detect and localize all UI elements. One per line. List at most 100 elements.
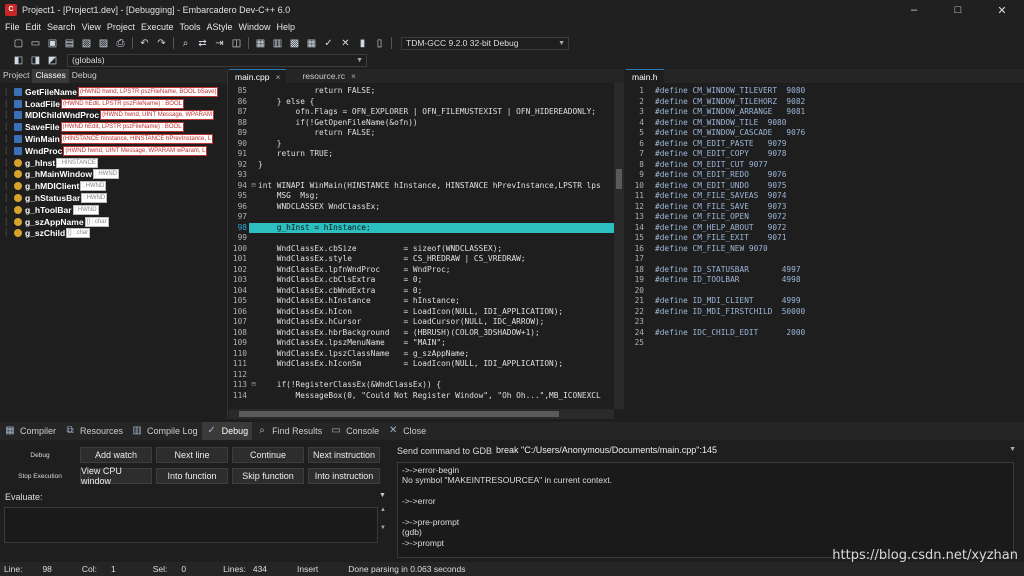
line-number[interactable]: 103 (229, 275, 249, 286)
code-line[interactable]: 101 WndClassEx.style = CS_HREDRAW | CS_V… (229, 254, 624, 265)
line-number[interactable]: 108 (229, 328, 249, 339)
code-line[interactable]: 97 (229, 212, 624, 223)
code-line[interactable]: 9 #define CM_EDIT_REDO 9076 (626, 170, 1024, 181)
fold-icon[interactable] (249, 223, 258, 234)
line-number[interactable]: 21 (626, 296, 646, 307)
line-number[interactable]: 23 (626, 317, 646, 328)
menu-project[interactable]: Project (104, 22, 138, 32)
line-number[interactable]: 113 (229, 380, 249, 391)
code-line[interactable]: 108 WndClassEx.hbrBackground = (HBRUSH)(… (229, 328, 624, 339)
close-icon[interactable]: × (351, 71, 356, 81)
fold-icon[interactable] (249, 86, 258, 97)
bookmark-icon[interactable]: ◫ (228, 36, 245, 50)
compile-run-icon[interactable]: ▩ (286, 36, 303, 50)
delete-profile-icon[interactable]: ▯ (371, 36, 388, 50)
gdb-output[interactable]: ->->error-begin No symbol "MAKEINTRESOUR… (397, 462, 1014, 558)
line-number[interactable]: 101 (229, 254, 249, 265)
next-line-button[interactable]: Next line (156, 447, 228, 463)
fold-icon[interactable] (249, 97, 258, 108)
chevron-down-icon[interactable]: ▼ (1009, 446, 1016, 453)
fold-icon[interactable] (249, 349, 258, 360)
class-tree-item[interactable]: ┆ g_hToolBar: HWND (4, 204, 227, 216)
fold-icon[interactable] (249, 170, 258, 181)
compiler-select[interactable]: TDM-GCC 9.2.0 32-bit Debug ▼ (401, 36, 569, 50)
line-number[interactable]: 93 (229, 170, 249, 181)
line-number[interactable]: 3 (626, 107, 646, 118)
save-icon[interactable]: ▣ (44, 36, 61, 50)
line-number[interactable]: 106 (229, 307, 249, 318)
open-file-icon[interactable]: ▭ (27, 36, 44, 50)
fold-icon[interactable] (249, 118, 258, 129)
code-line[interactable]: 113 ⊟ if(!RegisterClassEx(&WndClassEx)) { (229, 380, 624, 391)
line-number[interactable]: 9 (626, 170, 646, 181)
line-number[interactable]: 2 (626, 97, 646, 108)
fold-icon[interactable] (249, 244, 258, 255)
line-number[interactable]: 25 (626, 338, 646, 349)
code-area[interactable]: 1 #define CM_WINDOW_TILEVERT 9080 2 #define… (626, 83, 1024, 349)
class-tree-item[interactable]: ┆ WinMain (HINSTANCE hInstance, HINSTANCE … (4, 133, 227, 145)
code-line[interactable]: 91 return TRUE; (229, 149, 624, 160)
line-number[interactable]: 11 (626, 191, 646, 202)
code-line[interactable]: 100 WndClassEx.cbSize = sizeof(WNDCLASSE… (229, 244, 624, 255)
stop-execution-icon[interactable]: ✕ (337, 36, 354, 50)
line-number[interactable]: 20 (626, 286, 646, 297)
code-line[interactable]: 23 (626, 317, 1024, 328)
line-number[interactable]: 18 (626, 265, 646, 276)
line-number[interactable]: 19 (626, 275, 646, 286)
menu-execute[interactable]: Execute (138, 22, 177, 32)
class-tree-item[interactable]: ┆ MDIChildWndProc (HWND hwnd, UINT Message… (4, 110, 227, 122)
line-number[interactable]: 91 (229, 149, 249, 160)
line-number[interactable]: 109 (229, 338, 249, 349)
code-line[interactable]: 19 #define ID_TOOLBAR 4998 (626, 275, 1024, 286)
tab-main-h[interactable]: main.h (626, 69, 664, 83)
fold-icon[interactable]: ⊟ (249, 380, 258, 391)
code-line[interactable]: 86 } else { (229, 97, 624, 108)
goto-definition-icon[interactable]: ◩ (44, 53, 61, 67)
tab-find-results[interactable]: ⌕ Find Results (252, 422, 326, 440)
code-line[interactable]: 25 (626, 338, 1024, 349)
scrollbar-thumb[interactable] (616, 169, 622, 189)
code-line[interactable]: 3 #define CM_WINDOW_ARRANGE 9081 (626, 107, 1024, 118)
class-tree-item[interactable]: ┆ g_szAppName[] : char (4, 216, 227, 228)
tab-debug-bottom[interactable]: ✓ Debug (201, 422, 253, 440)
code-line[interactable]: 1 #define CM_WINDOW_TILEVERT 9080 (626, 86, 1024, 97)
code-line[interactable]: 6 #define CM_EDIT_PASTE 9079 (626, 139, 1024, 150)
line-number[interactable]: 105 (229, 296, 249, 307)
line-number[interactable]: 102 (229, 265, 249, 276)
code-line[interactable]: 110 WndClassEx.lpszClassName = g_szAppNa… (229, 349, 624, 360)
run-icon[interactable]: ▥ (269, 36, 286, 50)
maximize-button[interactable]: □ (936, 0, 980, 20)
close-all-icon[interactable]: ▨ (95, 36, 112, 50)
fold-icon[interactable] (249, 370, 258, 381)
code-line[interactable]: 94 ⊟ int WINAPI WinMain(HINSTANCE hInstanc… (229, 181, 624, 192)
code-line[interactable]: 12 #define CM_FILE_SAVE 9073 (626, 202, 1024, 213)
fold-icon[interactable] (249, 317, 258, 328)
menu-astyle[interactable]: AStyle (203, 22, 235, 32)
line-number[interactable]: 90 (229, 139, 249, 150)
code-line[interactable]: 96 WNDCLASSEX WndClassEx; (229, 202, 624, 213)
replace-icon[interactable]: ⇄ (194, 36, 211, 50)
line-number[interactable]: 16 (626, 244, 646, 255)
class-tree-item[interactable]: ┆ g_szChild[] : char (4, 228, 227, 240)
evaluate-scrollbar[interactable]: ▲ ▼ (380, 507, 390, 543)
close-file-icon[interactable]: ▧ (78, 36, 95, 50)
add-watch-button[interactable]: Add watch (80, 447, 152, 463)
menu-window[interactable]: Window (236, 22, 274, 32)
scope-select[interactable]: (globals) ▼ (67, 53, 367, 67)
class-tree-item[interactable]: ┆ g_hStatusBar: HWND (4, 192, 227, 204)
code-line[interactable]: 15 #define CM_FILE_EXIT 9071 (626, 233, 1024, 244)
rebuild-icon[interactable]: ▦ (303, 36, 320, 50)
line-number[interactable]: 85 (229, 86, 249, 97)
line-number[interactable]: 111 (229, 359, 249, 370)
class-tree-item[interactable]: ┆ g_hInst: HINSTANCE (4, 157, 227, 169)
code-line[interactable]: 21 #define ID_MDI_CLIENT 4999 (626, 296, 1024, 307)
code-line[interactable]: 107 WndClassEx.hCursor = LoadCursor(NULL… (229, 317, 624, 328)
fold-icon[interactable] (249, 328, 258, 339)
code-line[interactable]: 18 #define ID_STATUSBAR 4997 (626, 265, 1024, 276)
scrollbar-thumb[interactable] (239, 411, 559, 417)
stop-execution-button[interactable]: Stop Execution (0, 473, 80, 480)
fold-icon[interactable] (249, 139, 258, 150)
fold-icon[interactable] (249, 202, 258, 213)
tab-classes[interactable]: Classes (32, 69, 69, 83)
evaluate-output[interactable] (4, 507, 378, 543)
